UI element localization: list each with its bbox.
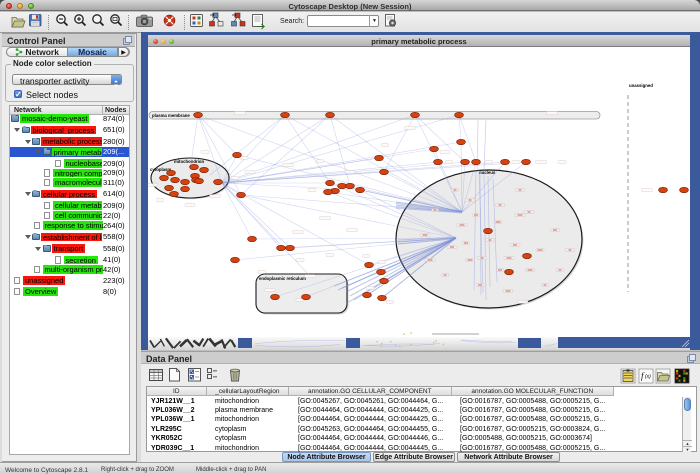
svg-text:(x): (x)	[645, 374, 651, 380]
svg-text:plasma membrane: plasma membrane	[152, 113, 190, 118]
svg-text:unassigned: unassigned	[629, 83, 653, 88]
svg-text:nucleus: nucleus	[479, 170, 496, 175]
svg-text:mitochondrion: mitochondrion	[174, 159, 204, 164]
svg-text:endoplasmic reticulum: endoplasmic reticulum	[259, 276, 306, 281]
